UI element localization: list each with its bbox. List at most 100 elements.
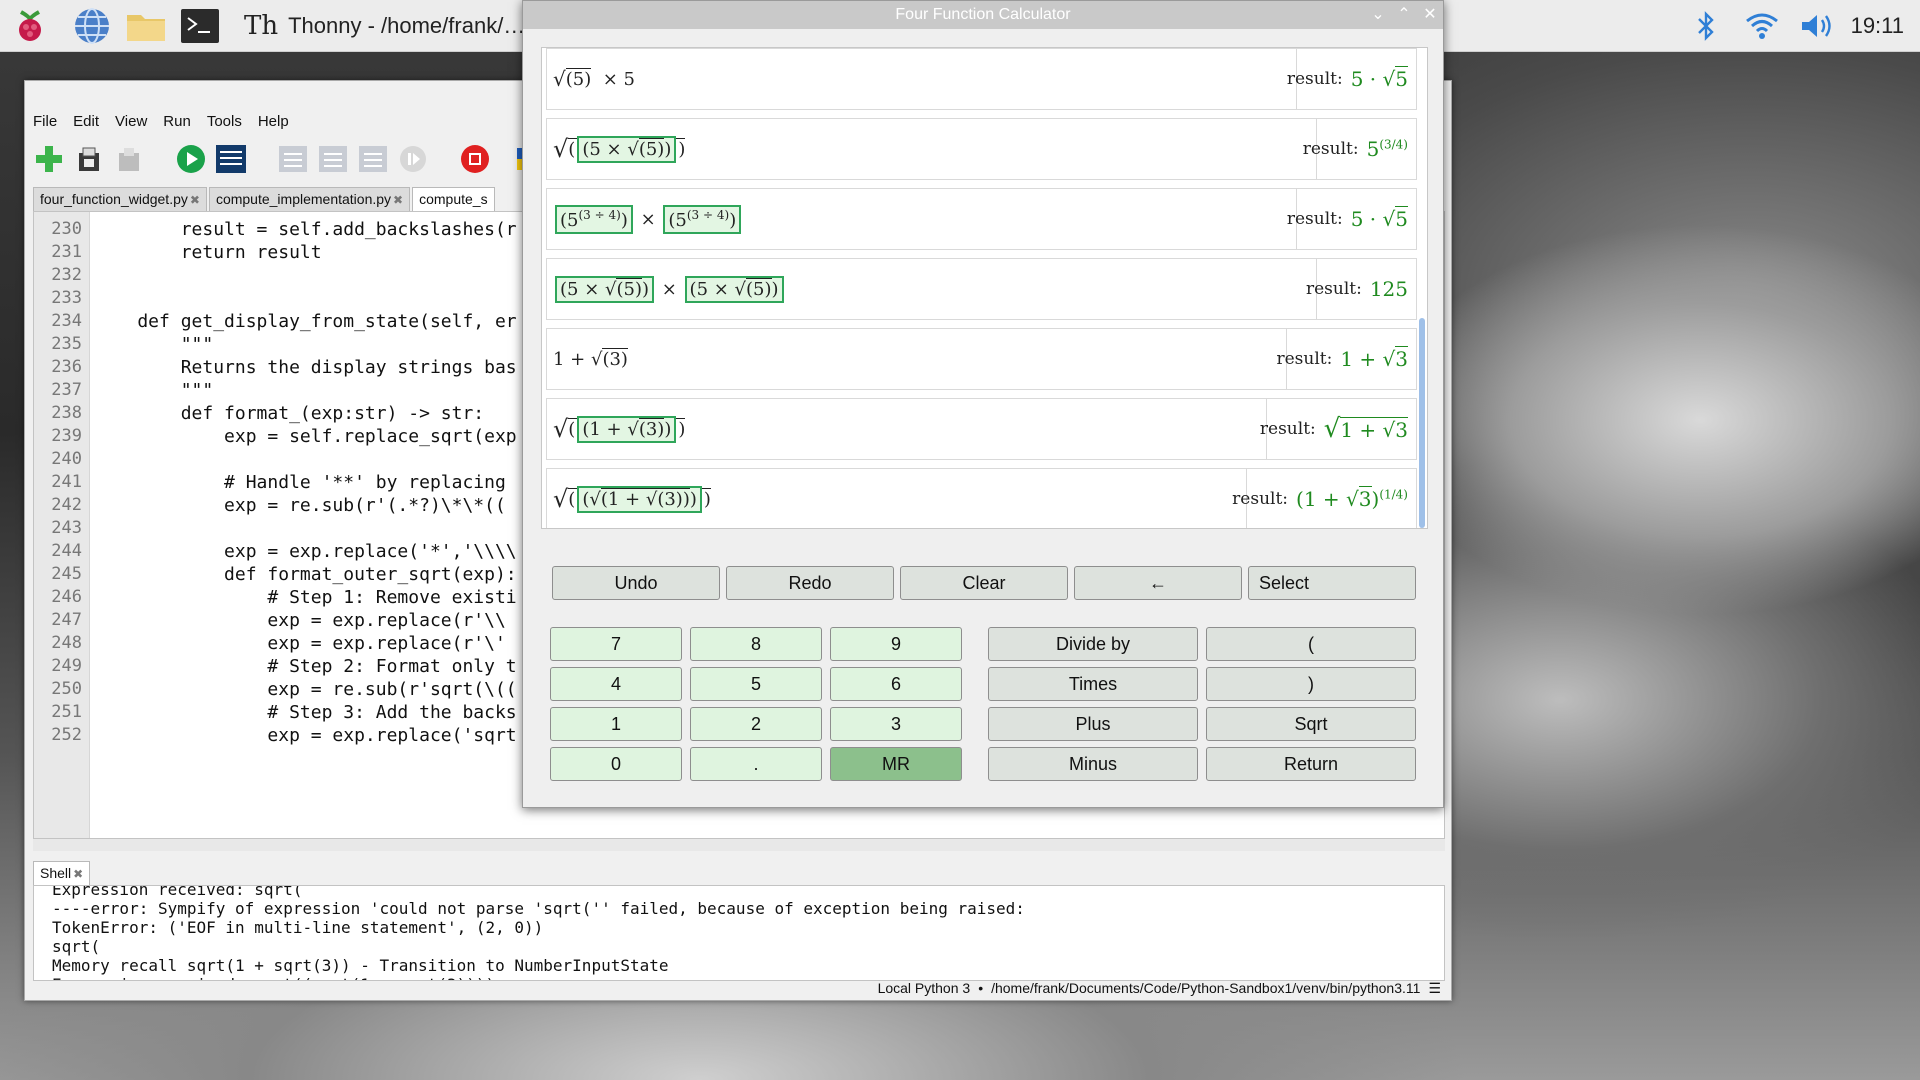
close-icon[interactable]: ✕: [1417, 1, 1443, 29]
digit-9-button[interactable]: 9: [830, 627, 962, 661]
code-line[interactable]: # Step 2: Format only t: [94, 655, 516, 678]
sqrt-button[interactable]: Sqrt: [1206, 707, 1416, 741]
step-into-icon[interactable]: [317, 143, 349, 175]
digit-0-button[interactable]: 0: [550, 747, 682, 781]
close-icon[interactable]: ✖: [393, 193, 403, 207]
interpreter-label[interactable]: Local Python 3: [878, 980, 971, 996]
digit-7-button[interactable]: 7: [550, 627, 682, 661]
wifi-icon[interactable]: [1742, 8, 1782, 44]
history-row[interactable]: (5 × √(5)) × (5 × √(5)) result: 125: [546, 258, 1417, 320]
history-row[interactable]: √((1 + √(3))) result: √1 + √3: [546, 398, 1417, 460]
raspberry-icon[interactable]: [8, 6, 52, 46]
resume-icon[interactable]: [397, 143, 429, 175]
clock[interactable]: 19:11: [1851, 0, 1904, 52]
history-row[interactable]: √ (5) × 5 result: 5 · √5: [546, 48, 1417, 110]
divide-button[interactable]: Divide by: [988, 627, 1198, 661]
backspace-button[interactable]: ←: [1074, 566, 1242, 600]
digit-8-button[interactable]: 8: [690, 627, 822, 661]
code-line[interactable]: """: [94, 379, 214, 402]
maximize-icon[interactable]: ⌃: [1391, 1, 1417, 29]
history-row[interactable]: √((5 × √(5))): [546, 118, 1317, 180]
plus-button[interactable]: Plus: [988, 707, 1198, 741]
times-button[interactable]: Times: [988, 667, 1198, 701]
new-file-icon[interactable]: [33, 143, 65, 175]
memory-recall-button[interactable]: MR: [830, 747, 962, 781]
shell-line[interactable]: TokenError: ('EOF in multi-line statemen…: [52, 918, 543, 937]
tab-four-function-widget[interactable]: four_function_widget.py ✖: [33, 187, 207, 211]
step-over-icon[interactable]: [277, 143, 309, 175]
digit-1-button[interactable]: 1: [550, 707, 682, 741]
code-line[interactable]: exp = re.sub(r'sqrt(\((: [94, 678, 516, 701]
stop-icon[interactable]: [459, 143, 491, 175]
close-paren-button[interactable]: ): [1206, 667, 1416, 701]
history-result: result: 1 + √3: [1276, 346, 1408, 371]
code-line[interactable]: return result: [94, 241, 322, 264]
shell-output[interactable]: Expression received: sqrt(----error: Sym…: [33, 885, 1445, 981]
shell-line[interactable]: Expression received: sqrt((sqrt(1 + sqrt…: [52, 975, 495, 980]
minimize-icon[interactable]: ⌄: [1365, 1, 1391, 29]
tab-compute-implementation[interactable]: compute_implementation.py ✖: [208, 187, 411, 211]
terminal-icon[interactable]: [178, 6, 222, 46]
volume-icon[interactable]: [1798, 8, 1838, 44]
tab-compute-s[interactable]: compute_s: [412, 187, 495, 211]
code-line[interactable]: def format_outer_sqrt(exp):: [94, 563, 517, 586]
history-row[interactable]: (5(3 ÷ 4)) × (5(3 ÷ 4)) result: 5 · √5: [546, 188, 1417, 250]
debug-icon[interactable]: [215, 143, 247, 175]
open-paren-button[interactable]: (: [1206, 627, 1416, 661]
code-line[interactable]: Returns the display strings bas: [94, 356, 517, 379]
digit-4-button[interactable]: 4: [550, 667, 682, 701]
minus-button[interactable]: Minus: [988, 747, 1198, 781]
shell-line[interactable]: ----error: Sympify of expression 'could …: [52, 899, 1025, 918]
digit-2-button[interactable]: 2: [690, 707, 822, 741]
close-icon[interactable]: ✖: [73, 867, 83, 881]
shell-line[interactable]: sqrt(: [52, 937, 100, 956]
code-line[interactable]: exp = exp.replace(r'\\: [94, 609, 505, 632]
menu-tools[interactable]: Tools: [207, 113, 242, 130]
code-line[interactable]: result = self.add_backslashes(r: [94, 218, 517, 241]
decimal-button[interactable]: .: [690, 747, 822, 781]
code-line[interactable]: """: [94, 333, 214, 356]
code-line[interactable]: def format_(exp:str) -> str:: [94, 402, 484, 425]
select-dropdown[interactable]: Select: [1248, 566, 1416, 600]
code-line[interactable]: exp = self.replace_sqrt(exp: [94, 425, 517, 448]
history-row[interactable]: √((√(1 + √(3)))) result: (1 + √3)(1/4): [546, 468, 1417, 528]
history-scrollbar[interactable]: [1419, 318, 1425, 528]
shell-line[interactable]: Expression received: sqrt(: [52, 886, 302, 899]
history-row[interactable]: 1 + √ (3) result: 1 + √3: [546, 328, 1417, 390]
horizontal-scrollbar[interactable]: [33, 839, 1445, 851]
code-line[interactable]: # Step 1: Remove existi: [94, 586, 516, 609]
save-icon[interactable]: [113, 143, 145, 175]
folder-icon[interactable]: [124, 6, 168, 46]
menu-file[interactable]: File: [33, 113, 57, 130]
history-panel[interactable]: √ (5) × 5 result: 5 · √5 √((5 × √(5))) res…: [541, 47, 1428, 529]
code-line[interactable]: exp = exp.replace(r'\': [94, 632, 505, 655]
digit-3-button[interactable]: 3: [830, 707, 962, 741]
redo-button[interactable]: Redo: [726, 566, 894, 600]
thonny-taskbar-button[interactable]: Th Thonny - /home/frank/…: [244, 0, 525, 52]
interpreter-path[interactable]: /home/frank/Documents/Code/Python-Sandbo…: [991, 980, 1420, 996]
code-line[interactable]: # Step 3: Add the backs: [94, 701, 516, 724]
undo-button[interactable]: Undo: [552, 566, 720, 600]
run-icon[interactable]: [175, 143, 207, 175]
code-line[interactable]: exp = re.sub(r'(.*?)\*\*((: [94, 494, 506, 517]
return-button[interactable]: Return: [1206, 747, 1416, 781]
code-line[interactable]: exp = exp.replace('*','\\\\: [94, 540, 517, 563]
digit-5-button[interactable]: 5: [690, 667, 822, 701]
menu-view[interactable]: View: [115, 113, 147, 130]
tab-shell[interactable]: Shell ✖: [33, 861, 91, 885]
menu-icon[interactable]: ☰: [1428, 980, 1441, 997]
digit-6-button[interactable]: 6: [830, 667, 962, 701]
open-file-icon[interactable]: [73, 143, 105, 175]
code-line[interactable]: exp = exp.replace('sqrt: [94, 724, 516, 747]
shell-line[interactable]: Memory recall sqrt(1 + sqrt(3)) - Transi…: [52, 956, 669, 975]
browser-icon[interactable]: [70, 6, 114, 46]
menu-edit[interactable]: Edit: [73, 113, 99, 130]
menu-run[interactable]: Run: [163, 113, 191, 130]
bluetooth-icon[interactable]: [1690, 8, 1722, 44]
code-line[interactable]: def get_display_from_state(self, er: [94, 310, 516, 333]
code-line[interactable]: # Handle '**' by replacing: [94, 471, 506, 494]
step-out-icon[interactable]: [357, 143, 389, 175]
menu-help[interactable]: Help: [258, 113, 289, 130]
clear-button[interactable]: Clear: [900, 566, 1068, 600]
close-icon[interactable]: ✖: [190, 193, 200, 207]
